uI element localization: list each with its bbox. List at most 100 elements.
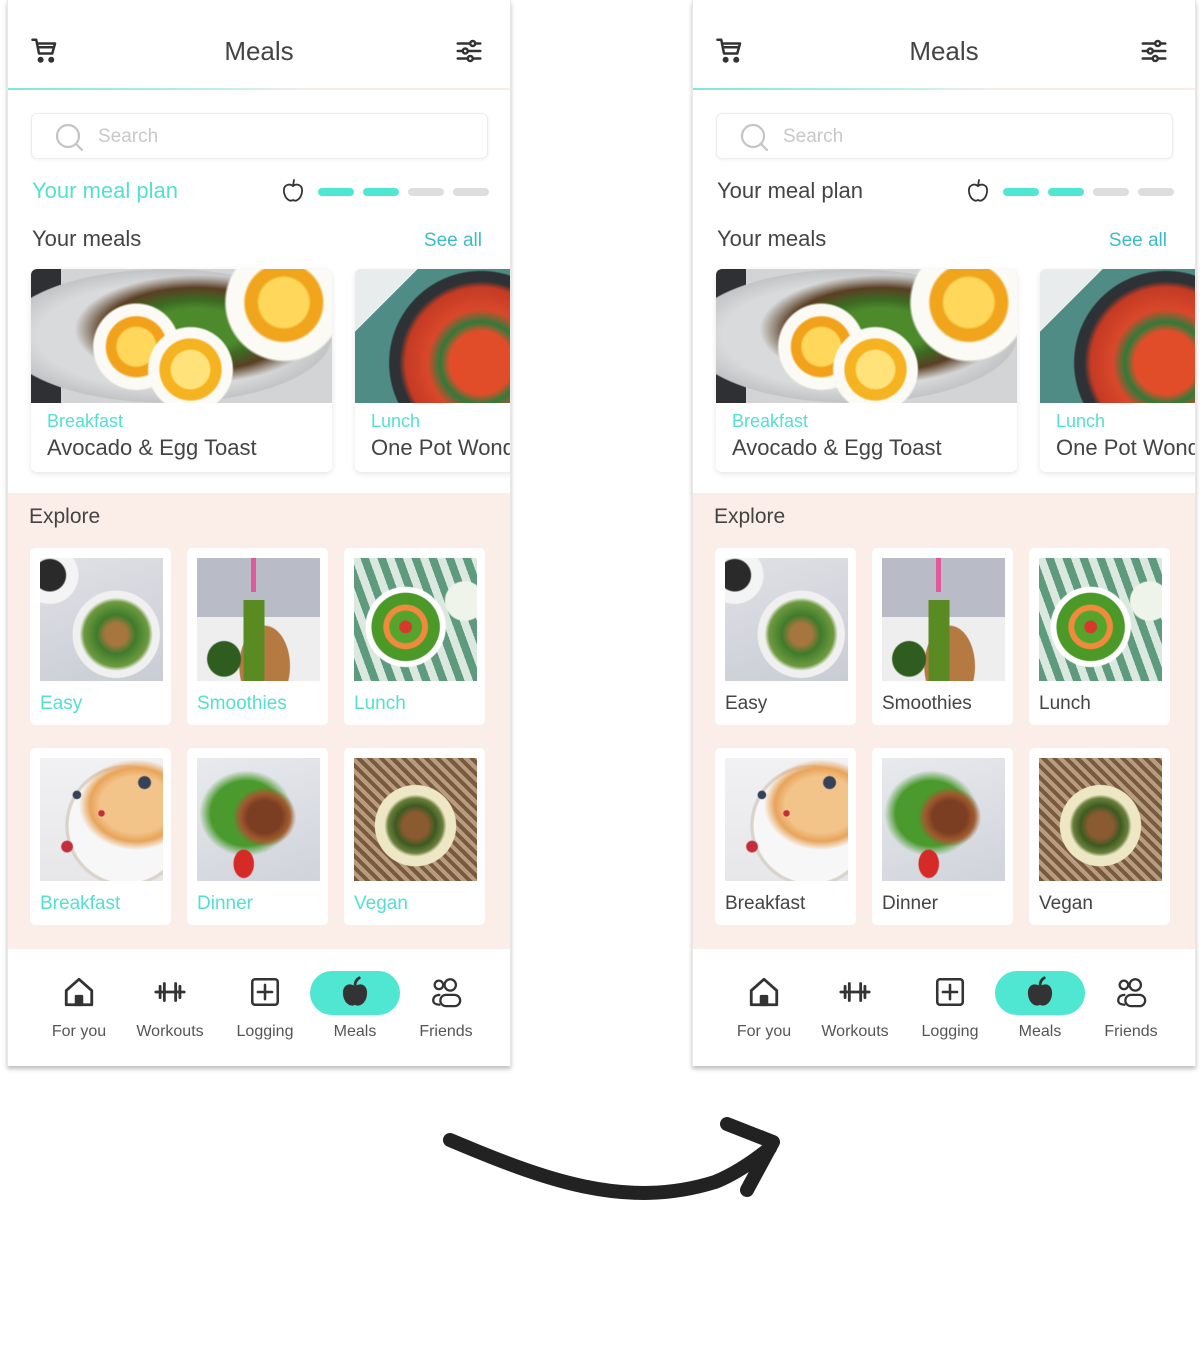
explore-tile-lunch[interactable]: Lunch bbox=[1029, 548, 1170, 725]
tile-image bbox=[882, 558, 1005, 681]
tile-label: Easy bbox=[725, 693, 768, 714]
nav-label: Friends bbox=[419, 1023, 473, 1040]
explore-tile-dinner[interactable]: Dinner bbox=[187, 748, 328, 925]
your-meals-header: Your meals See all bbox=[717, 226, 1167, 256]
plus-square-icon bbox=[250, 977, 280, 1007]
your-meals-label: Your meals bbox=[717, 226, 827, 251]
plus-square-icon bbox=[935, 977, 965, 1007]
apple-outline-icon bbox=[283, 179, 303, 202]
explore-tile-dinner[interactable]: Dinner bbox=[872, 748, 1013, 925]
nav-item-meals[interactable]: Meals bbox=[310, 971, 400, 1051]
nav-label: Meals bbox=[333, 1023, 377, 1040]
tile-image bbox=[1039, 558, 1162, 681]
tile-image bbox=[197, 558, 320, 681]
apple-icon bbox=[342, 976, 368, 1006]
explore-tile-easy[interactable]: Easy bbox=[30, 548, 171, 725]
nav-label: Logging bbox=[236, 1023, 294, 1040]
meal-card[interactable]: Lunch One Pot Wond bbox=[1040, 269, 1195, 472]
apple-icon bbox=[1027, 976, 1053, 1006]
meal-plan-label[interactable]: Your meal plan bbox=[717, 178, 863, 204]
explore-tile-smoothies[interactable]: Smoothies bbox=[187, 548, 328, 725]
explore-tile-breakfast[interactable]: Breakfast bbox=[30, 748, 171, 925]
header-divider bbox=[8, 88, 510, 90]
progress-step bbox=[1003, 188, 1039, 196]
explore-tile-vegan[interactable]: Vegan bbox=[1029, 748, 1170, 925]
nav-label: Logging bbox=[921, 1023, 979, 1040]
explore-tile-breakfast[interactable]: Breakfast bbox=[715, 748, 856, 925]
tile-label: Vegan bbox=[1039, 893, 1093, 914]
meal-image-avocado-toast bbox=[716, 269, 1017, 403]
explore-title: Explore bbox=[29, 505, 101, 528]
header-divider bbox=[693, 88, 1195, 90]
meal-plan-row[interactable]: Your meal plan bbox=[32, 178, 492, 208]
nav-item-logging[interactable]: Logging bbox=[220, 971, 310, 1051]
tile-label: Lunch bbox=[1039, 693, 1091, 714]
meal-name: One Pot Wond bbox=[371, 435, 511, 460]
search-input[interactable] bbox=[783, 124, 1143, 150]
search-input[interactable] bbox=[98, 124, 458, 150]
nav-item-meals[interactable]: Meals bbox=[995, 971, 1085, 1051]
meal-card[interactable]: Lunch One Pot Wond bbox=[355, 269, 511, 472]
search-icon bbox=[740, 123, 769, 152]
explore-tile-vegan[interactable]: Vegan bbox=[344, 748, 485, 925]
tile-image bbox=[40, 758, 163, 881]
nav-item-for-you[interactable]: For you bbox=[719, 971, 809, 1051]
nav-item-logging[interactable]: Logging bbox=[905, 971, 995, 1051]
meal-name: Avocado & Egg Toast bbox=[47, 435, 257, 460]
tile-label: Dinner bbox=[882, 893, 938, 914]
meal-plan-label[interactable]: Your meal plan bbox=[32, 178, 178, 204]
tile-image bbox=[882, 758, 1005, 881]
meal-card[interactable]: Breakfast Avocado & Egg Toast bbox=[716, 269, 1017, 472]
nav-label: For you bbox=[736, 1023, 792, 1040]
nav-label: For you bbox=[51, 1023, 107, 1040]
nav-label: Workouts bbox=[821, 1023, 889, 1040]
search-box[interactable] bbox=[31, 113, 488, 159]
tile-image bbox=[1039, 758, 1162, 881]
meal-plan-row[interactable]: Your meal plan bbox=[717, 178, 1177, 208]
tile-label: Smoothies bbox=[882, 693, 972, 714]
tile-label: Lunch bbox=[354, 693, 406, 714]
tile-image bbox=[40, 558, 163, 681]
top-bar: Meals bbox=[8, 0, 510, 90]
search-icon bbox=[55, 123, 84, 152]
explore-tile-smoothies[interactable]: Smoothies bbox=[872, 548, 1013, 725]
meal-name: Avocado & Egg Toast bbox=[732, 435, 942, 460]
your-meals-header: Your meals See all bbox=[32, 226, 482, 256]
nav-item-friends[interactable]: Friends bbox=[1086, 971, 1176, 1051]
filter-sliders-icon[interactable] bbox=[454, 36, 484, 66]
phone-screen-after: Meals Your meal plan Your meals See all bbox=[692, 0, 1196, 1066]
tile-label: Dinner bbox=[197, 893, 253, 914]
see-all-link[interactable]: See all bbox=[424, 230, 482, 252]
progress-step bbox=[363, 188, 399, 196]
tile-label: Breakfast bbox=[725, 893, 806, 914]
nav-item-workouts[interactable]: Workouts bbox=[810, 971, 900, 1051]
nav-label: Meals bbox=[1018, 1023, 1062, 1040]
tile-label: Breakfast bbox=[40, 893, 121, 914]
meal-category: Lunch bbox=[371, 411, 421, 431]
meal-image-one-pot bbox=[1040, 269, 1195, 403]
meal-card[interactable]: Breakfast Avocado & Egg Toast bbox=[31, 269, 332, 472]
meal-plan-progress bbox=[318, 188, 489, 196]
progress-step bbox=[1093, 188, 1129, 196]
nav-label: Friends bbox=[1104, 1023, 1158, 1040]
filter-sliders-icon[interactable] bbox=[1139, 36, 1169, 66]
explore-tile-easy[interactable]: Easy bbox=[715, 548, 856, 725]
meal-image-avocado-toast bbox=[31, 269, 332, 403]
nav-item-for-you[interactable]: For you bbox=[34, 971, 124, 1051]
bottom-nav: For you Workouts Logging Meals Friends bbox=[693, 949, 1195, 1066]
phone-screen-before: Meals Your meal plan Your meals See all bbox=[7, 0, 511, 1066]
nav-item-workouts[interactable]: Workouts bbox=[125, 971, 215, 1051]
progress-step bbox=[318, 188, 354, 196]
search-box[interactable] bbox=[716, 113, 1173, 159]
see-all-link[interactable]: See all bbox=[1109, 230, 1167, 252]
tile-image bbox=[197, 758, 320, 881]
meal-plan-progress bbox=[1003, 188, 1174, 196]
explore-tile-lunch[interactable]: Lunch bbox=[344, 548, 485, 725]
nav-item-friends[interactable]: Friends bbox=[401, 971, 491, 1051]
progress-step bbox=[408, 188, 444, 196]
tile-image bbox=[725, 758, 848, 881]
home-icon bbox=[64, 977, 94, 1007]
tile-image bbox=[354, 558, 477, 681]
explore-title: Explore bbox=[714, 505, 786, 528]
friends-icon bbox=[432, 978, 462, 1008]
